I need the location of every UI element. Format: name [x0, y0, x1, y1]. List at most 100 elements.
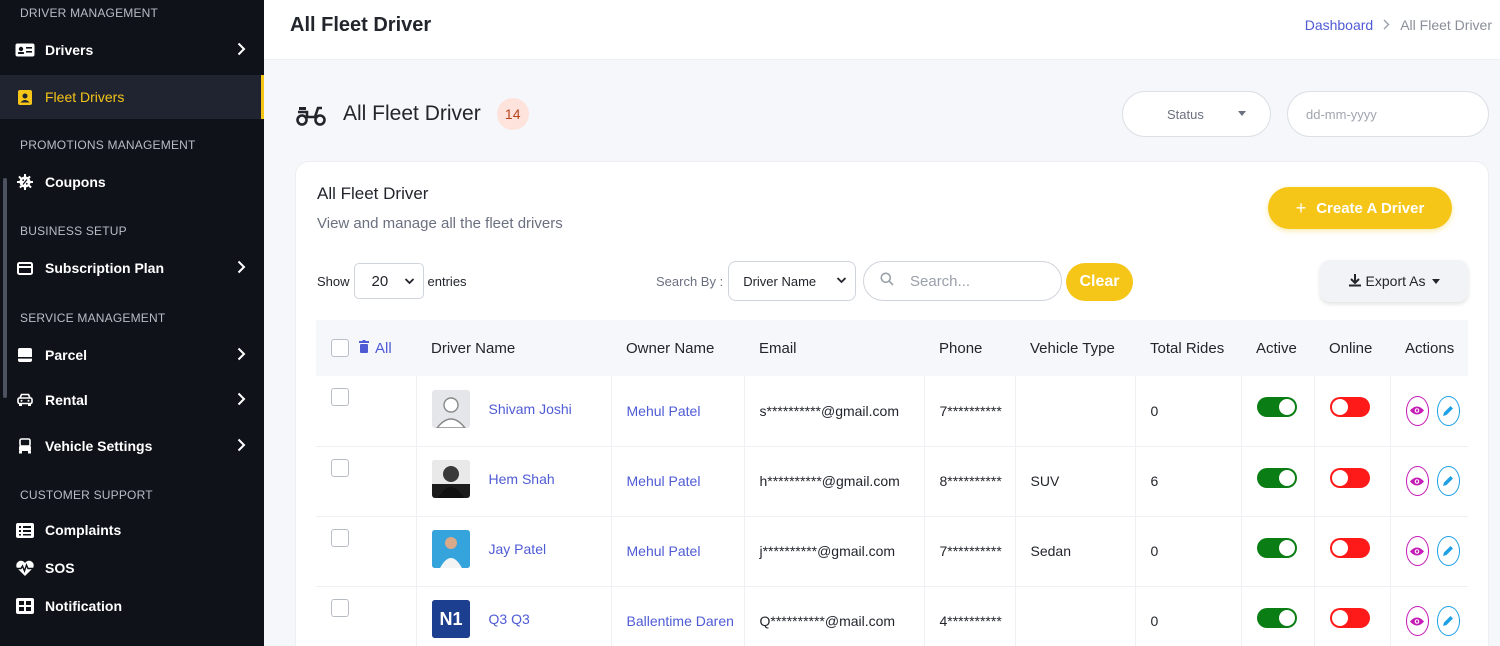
driver-name-link[interactable]: Jay Patel	[489, 541, 547, 557]
select-all-label[interactable]: All	[375, 340, 392, 357]
owner-name-link[interactable]: Mehul Patel	[627, 473, 701, 489]
entries-select[interactable]: 20	[353, 263, 424, 299]
row-checkbox[interactable]	[331, 458, 349, 477]
topbar: All Fleet Driver Dashboard All Fleet Dri…	[264, 0, 1500, 60]
date-input[interactable]: dd-mm-yyyy	[1287, 91, 1489, 137]
sidebar-item-label: Subscription Plan	[45, 260, 165, 276]
scooter-icon	[295, 100, 327, 128]
active-toggle[interactable]	[1256, 607, 1297, 628]
select-all-checkbox[interactable]	[331, 339, 349, 357]
clear-button[interactable]: Clear	[1066, 263, 1133, 301]
col-total-rides[interactable]: Total Rides	[1135, 320, 1241, 376]
table-header-row: All Driver Name Owner Name Email Phone V…	[316, 320, 1468, 376]
email-cell: s**********@gmail.com	[744, 376, 925, 447]
col-driver-name[interactable]: Driver Name	[416, 320, 611, 376]
summary-title: All Fleet Driver	[343, 102, 481, 125]
card-subtitle: View and manage all the fleet drivers	[317, 215, 563, 232]
online-toggle[interactable]	[1329, 537, 1370, 558]
owner-name-link[interactable]: Mehul Patel	[627, 543, 701, 559]
page-title: All Fleet Driver	[290, 14, 432, 36]
col-email[interactable]: Email	[744, 320, 924, 376]
row-checkbox[interactable]	[331, 598, 349, 617]
sidebar-item-rental[interactable]: Rental	[0, 378, 264, 422]
chevron-right-icon	[1383, 17, 1390, 33]
entries-value: 20	[371, 272, 389, 290]
id-card-icon	[14, 41, 36, 59]
export-button[interactable]: Export As	[1320, 260, 1468, 302]
pencil-icon[interactable]	[1436, 606, 1460, 636]
eye-icon[interactable]	[1405, 536, 1429, 566]
sidebar-item-label: Rental	[45, 392, 88, 408]
gear-icon	[14, 173, 36, 191]
vehicle-icon	[14, 437, 36, 455]
card-icon	[14, 259, 36, 277]
phone-cell: 8**********	[924, 446, 1016, 517]
vehicle-type-cell: Sedan	[1015, 516, 1136, 587]
avatar-logo-text: N1	[439, 609, 462, 629]
table-row: Jay Patel Mehul Patel j**********@gmail.…	[316, 516, 1468, 587]
active-toggle[interactable]	[1256, 397, 1297, 418]
col-actions: Actions	[1390, 320, 1468, 376]
entries-control: Show 20 entries	[317, 263, 467, 299]
eye-icon[interactable]	[1405, 606, 1429, 636]
driver-name-link[interactable]: Shivam Joshi	[489, 401, 572, 417]
search-input[interactable]: Search...	[863, 261, 1062, 301]
online-toggle[interactable]	[1329, 607, 1370, 628]
total-rides-cell: 6	[1135, 446, 1242, 517]
eye-icon[interactable]	[1405, 466, 1429, 496]
download-icon	[1348, 273, 1362, 290]
sidebar-item-fleet-drivers[interactable]: Fleet Drivers	[0, 75, 264, 119]
avatar	[431, 389, 470, 428]
fleet-driver-card: All Fleet Driver View and manage all the…	[295, 161, 1489, 646]
pencil-icon[interactable]	[1436, 395, 1460, 426]
active-toggle[interactable]	[1256, 467, 1297, 488]
phone-cell: 7**********	[924, 516, 1016, 587]
row-checkbox[interactable]	[331, 388, 349, 407]
eye-icon[interactable]	[1405, 395, 1429, 426]
grid-icon	[14, 597, 36, 615]
col-owner-name[interactable]: Owner Name	[611, 320, 744, 376]
breadcrumb-dashboard[interactable]: Dashboard	[1305, 17, 1374, 33]
total-rides-cell: 0	[1135, 376, 1242, 447]
online-toggle[interactable]	[1329, 467, 1370, 488]
contact-icon	[14, 88, 36, 106]
table-row: Hem Shah Mehul Patel h**********@gmail.c…	[316, 446, 1468, 517]
sidebar-item-coupons[interactable]: Coupons	[0, 160, 264, 204]
sidebar-item-drivers[interactable]: Drivers	[0, 28, 264, 72]
search-icon	[880, 272, 894, 290]
col-active[interactable]: Active	[1241, 320, 1314, 376]
driver-name-link[interactable]: Hem Shah	[489, 471, 555, 487]
heartbeat-icon	[14, 559, 36, 577]
online-toggle[interactable]	[1329, 397, 1370, 418]
total-rides-cell: 0	[1135, 516, 1242, 587]
avatar	[431, 460, 470, 498]
sidebar-item-label: SOS	[45, 560, 75, 576]
sidebar-item-subscription-plan[interactable]: Subscription Plan	[0, 246, 264, 290]
sidebar-item-vehicle-settings[interactable]: Vehicle Settings	[0, 424, 264, 468]
driver-name-link[interactable]: Q3 Q3	[489, 611, 530, 627]
search-by-select[interactable]: Driver Name	[728, 261, 857, 301]
section-customer-support: CUSTOMER SUPPORT	[20, 488, 153, 502]
row-checkbox[interactable]	[331, 528, 349, 547]
owner-name-link[interactable]: Ballentime Daren	[627, 613, 734, 629]
sidebar-item-notification[interactable]: Notification	[0, 584, 264, 628]
table-row: N1 Q3 Q3 Ballentime Daren Q**********@ma…	[316, 586, 1468, 646]
car-icon	[14, 391, 36, 409]
status-placeholder: Status	[1167, 106, 1204, 122]
status-select[interactable]: Status	[1122, 91, 1271, 137]
chevron-right-icon	[232, 345, 250, 363]
col-vehicle-type[interactable]: Vehicle Type	[1015, 320, 1135, 376]
chevron-right-icon	[232, 258, 250, 276]
sidebar-item-parcel[interactable]: Parcel	[0, 333, 264, 377]
pencil-icon[interactable]	[1436, 536, 1460, 566]
trash-icon[interactable]	[359, 339, 369, 357]
col-online[interactable]: Online	[1314, 320, 1390, 376]
owner-name-link[interactable]: Mehul Patel	[627, 403, 701, 419]
pencil-icon[interactable]	[1436, 466, 1460, 496]
create-driver-button[interactable]: + Create A Driver	[1268, 187, 1452, 229]
sidebar: DRIVER MANAGEMENT Drivers Fleet Drivers …	[0, 0, 264, 646]
count-badge: 14	[496, 98, 529, 130]
active-toggle[interactable]	[1256, 537, 1297, 558]
sidebar-item-label: Fleet Drivers	[45, 89, 125, 105]
col-phone[interactable]: Phone	[924, 320, 1015, 376]
